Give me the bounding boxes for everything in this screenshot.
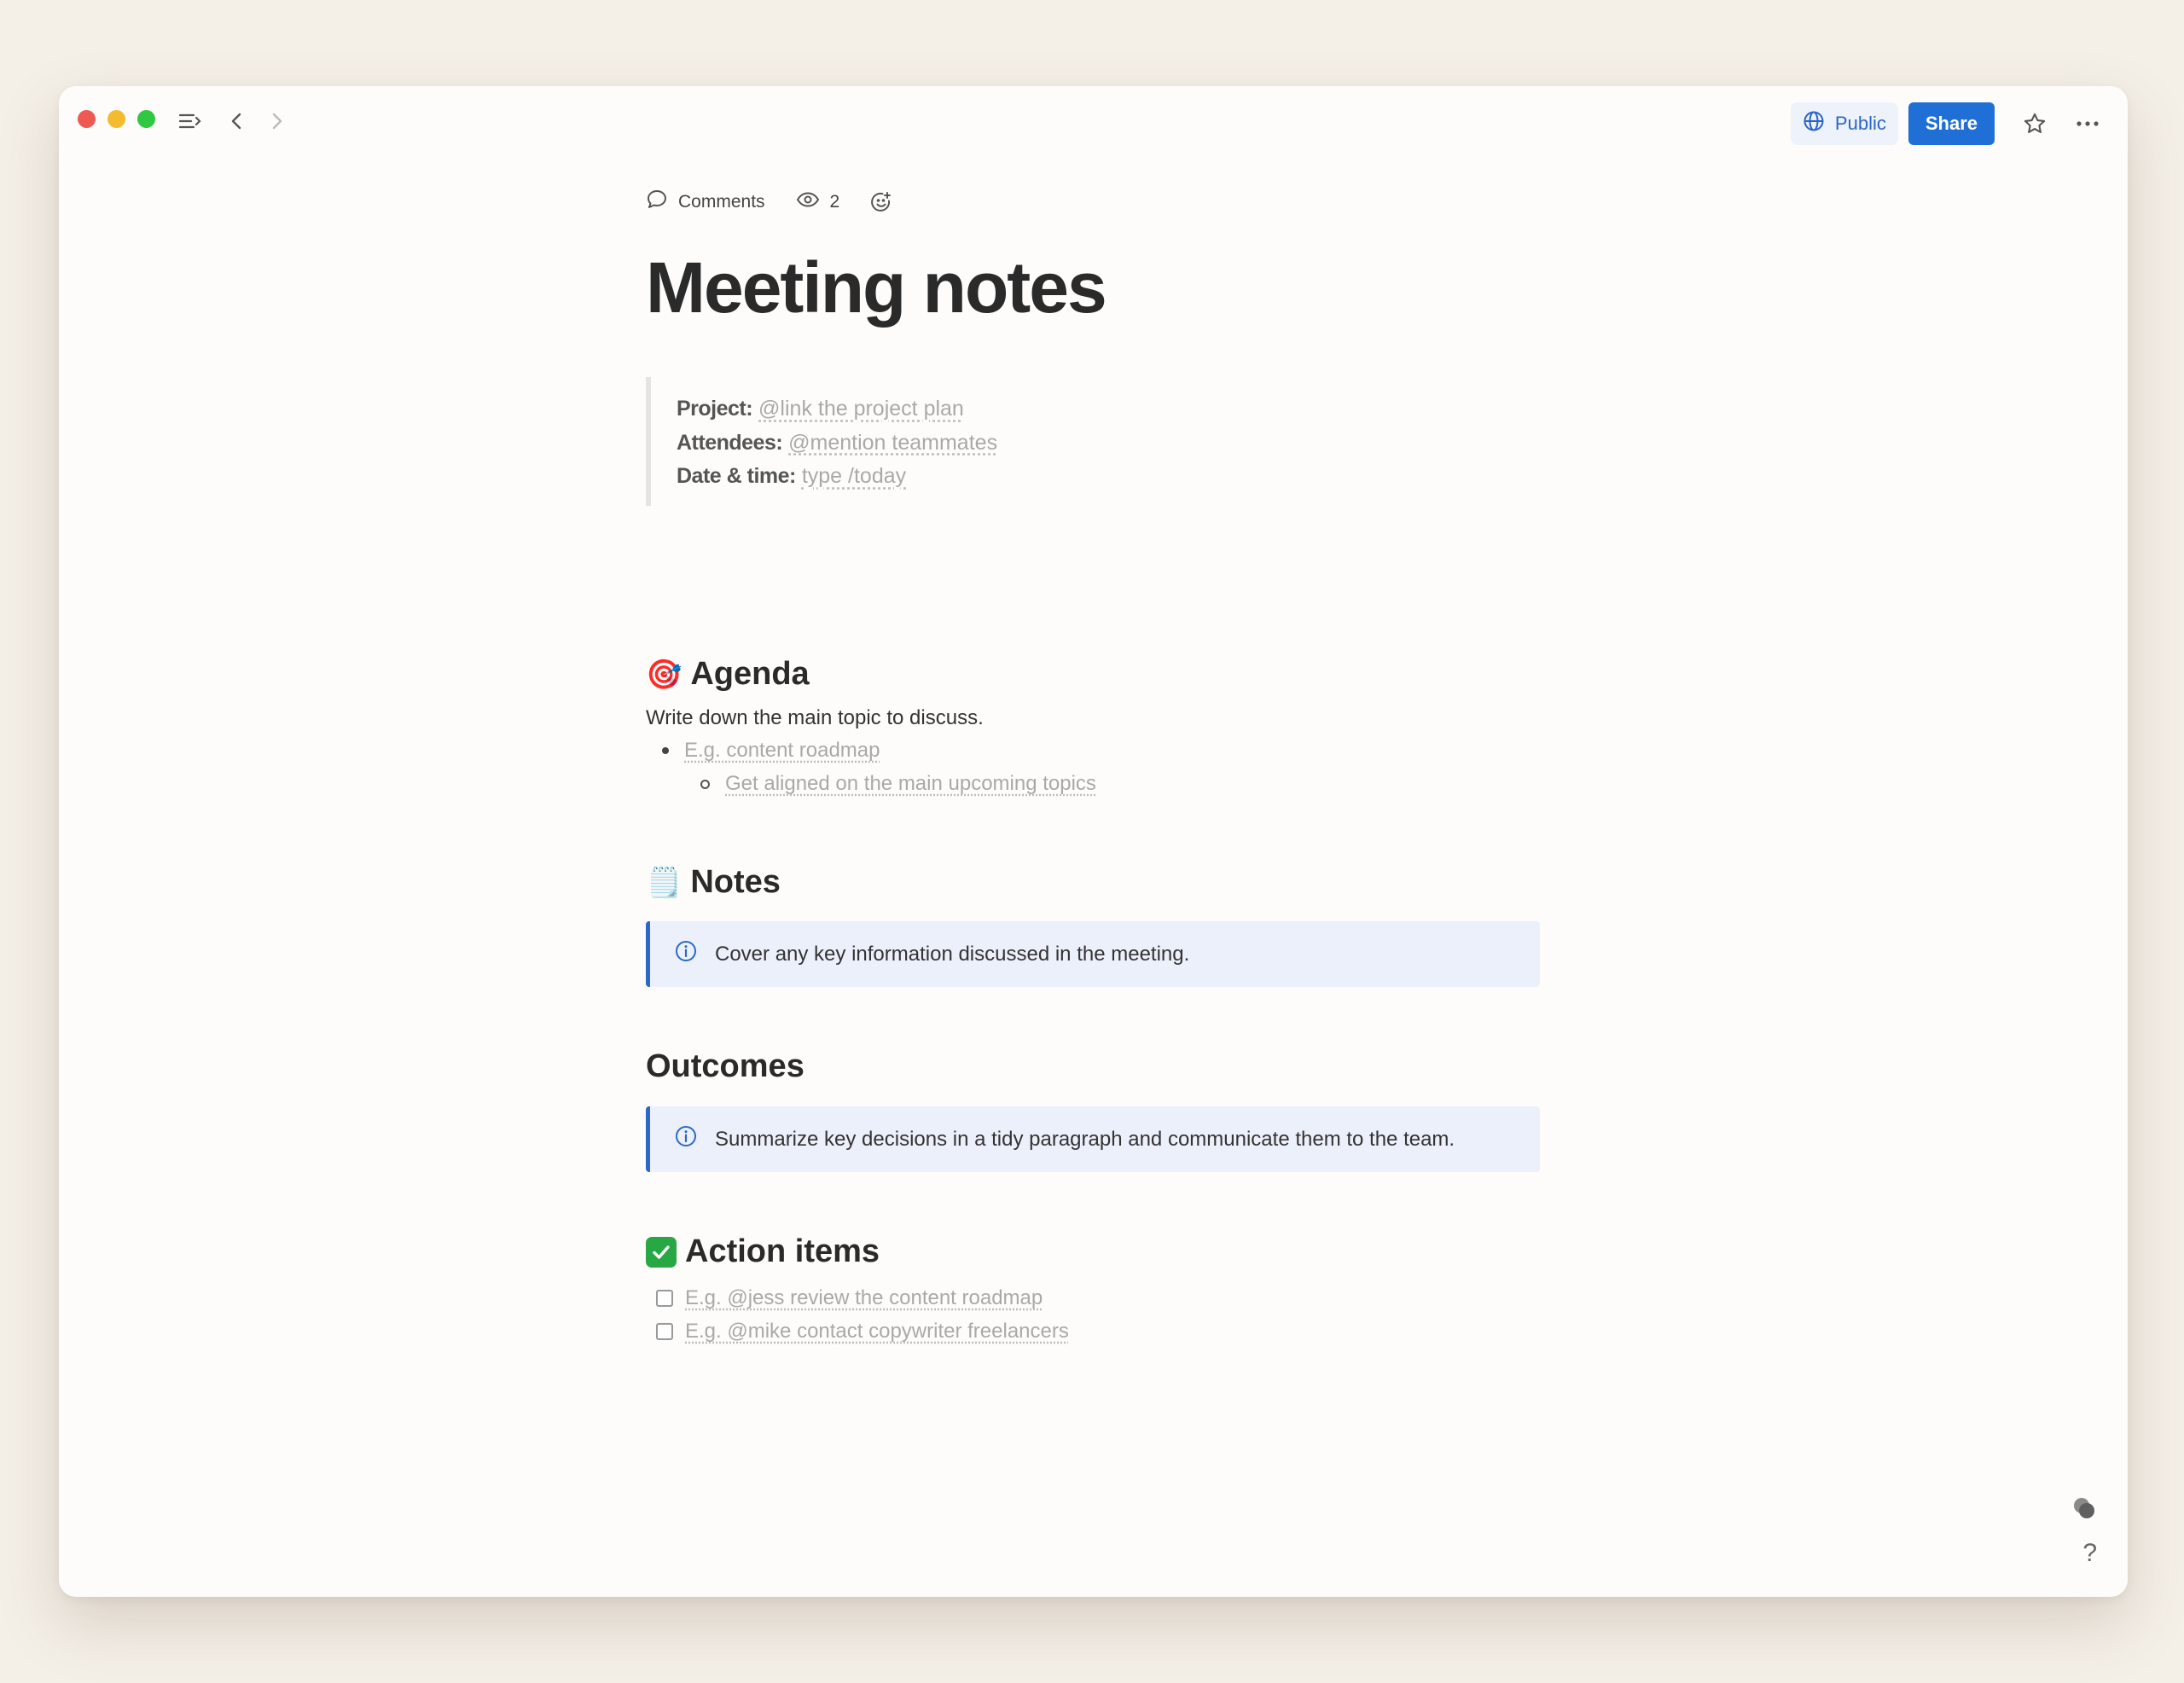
eye-icon <box>796 191 820 213</box>
more-options-icon[interactable] <box>2066 102 2109 145</box>
agenda-heading[interactable]: 🎯 Agenda <box>646 656 810 693</box>
share-button[interactable]: Share <box>1908 102 1995 145</box>
forward-arrow-icon[interactable] <box>268 112 285 131</box>
notepad-icon: 🗒️ <box>646 866 682 899</box>
public-button[interactable]: Public <box>1790 102 1898 145</box>
agenda-bullet-placeholder: E.g. content roadmap <box>684 739 880 762</box>
app-window: Public Share Comments 2 Meeting notes Pr… <box>59 86 2128 1597</box>
bullet-ring-icon <box>700 779 710 789</box>
outcomes-callout-text: Summarize key decisions in a tidy paragr… <box>715 1127 1455 1151</box>
back-arrow-icon[interactable] <box>229 112 246 131</box>
comment-bubble-icon <box>646 189 668 216</box>
public-label: Public <box>1834 113 1886 134</box>
add-reaction-icon[interactable] <box>870 191 892 213</box>
maximize-window-button[interactable] <box>137 110 155 128</box>
notes-callout[interactable]: Cover any key information discussed in t… <box>646 921 1540 987</box>
minimize-window-button[interactable] <box>107 110 125 128</box>
outcomes-heading-text: Outcomes <box>646 1048 804 1084</box>
property-key: Attendees: <box>677 430 783 455</box>
notes-heading[interactable]: 🗒️ Notes <box>646 864 781 901</box>
globe-icon <box>1803 110 1825 137</box>
presence-avatars-icon[interactable] <box>2071 1495 2097 1525</box>
todo-placeholder: E.g. @mike contact copywriter freelancer… <box>685 1320 1069 1343</box>
project-link-placeholder[interactable]: @link the project plan <box>758 397 964 421</box>
todo-item[interactable]: E.g. @jess review the content roadmap <box>656 1286 1043 1310</box>
properties-quote-block: Project: @link the project plan Attendee… <box>646 377 1089 506</box>
property-row: Attendees: @mention teammates <box>677 427 1089 461</box>
notes-callout-text: Cover any key information discussed in t… <box>715 942 1190 966</box>
close-window-button[interactable] <box>78 110 96 128</box>
help-button[interactable]: ? <box>2082 1539 2097 1568</box>
info-icon <box>674 939 698 969</box>
notes-heading-text: Notes <box>690 864 781 900</box>
list-item[interactable]: E.g. content roadmap <box>662 739 880 763</box>
action-items-heading-text: Action items <box>685 1233 880 1269</box>
agenda-heading-text: Agenda <box>690 656 810 692</box>
comments-label: Comments <box>678 192 765 212</box>
check-mark-icon <box>646 1236 677 1268</box>
property-key: Project: <box>677 397 753 421</box>
comments-button[interactable]: Comments <box>646 189 765 216</box>
views-counter[interactable]: 2 <box>796 191 840 213</box>
bullet-dot-icon <box>662 747 669 754</box>
todo-checkbox[interactable] <box>656 1323 673 1340</box>
info-icon <box>674 1124 698 1154</box>
agenda-sub-bullet-placeholder: Get aligned on the main upcoming topics <box>725 772 1096 795</box>
page-title[interactable]: Meeting notes <box>646 247 1107 329</box>
toolbar-actions: Public Share <box>1790 102 2109 145</box>
favorite-star-icon[interactable] <box>2013 102 2056 145</box>
attendees-mention-placeholder[interactable]: @mention teammates <box>788 431 997 455</box>
outcomes-callout[interactable]: Summarize key decisions in a tidy paragr… <box>646 1106 1540 1172</box>
todo-item[interactable]: E.g. @mike contact copywriter freelancer… <box>656 1320 1069 1343</box>
window-controls <box>78 110 155 128</box>
property-row: Date & time: type /today <box>677 460 1089 494</box>
todo-checkbox[interactable] <box>656 1290 673 1307</box>
agenda-description[interactable]: Write down the main topic to discuss. <box>646 706 984 730</box>
date-placeholder[interactable]: type /today <box>802 464 906 488</box>
page-meta-bar: Comments 2 <box>646 189 892 216</box>
property-key: Date & time: <box>677 464 796 488</box>
action-items-heading[interactable]: Action items <box>646 1233 880 1270</box>
target-icon: 🎯 <box>646 658 682 691</box>
sidebar-toggle-icon[interactable] <box>178 112 202 131</box>
todo-placeholder: E.g. @jess review the content roadmap <box>685 1286 1043 1309</box>
views-count: 2 <box>829 192 840 212</box>
property-row: Project: @link the project plan <box>677 392 1089 427</box>
list-item[interactable]: Get aligned on the main upcoming topics <box>700 772 1096 796</box>
outcomes-heading[interactable]: Outcomes <box>646 1048 804 1085</box>
